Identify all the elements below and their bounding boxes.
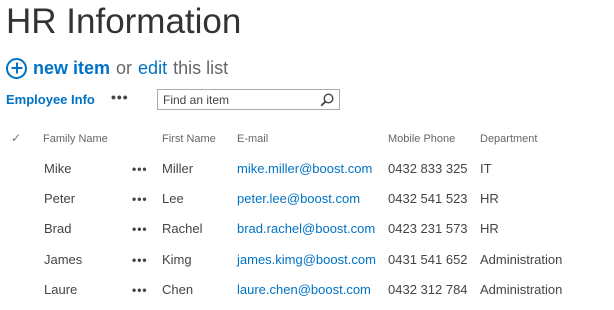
page-title: HR Information xyxy=(6,2,242,41)
cell-first-name: Kimg xyxy=(162,252,192,267)
row-menu-button[interactable]: ••• xyxy=(132,253,148,267)
select-all-checkmark[interactable]: ✓ xyxy=(11,131,21,145)
cell-department: Administration xyxy=(480,282,563,297)
cell-first-name: Lee xyxy=(162,191,184,206)
cell-department: HR xyxy=(480,221,499,236)
cell-mobile-phone: 0432 312 784 xyxy=(388,282,468,297)
column-header-mobile-phone[interactable]: Mobile Phone xyxy=(388,133,455,145)
cell-mobile-phone: 0432 541 523 xyxy=(388,191,468,206)
column-header-email[interactable]: E-mail xyxy=(237,133,268,145)
this-list-text: this list xyxy=(173,57,229,78)
row-menu-button[interactable]: ••• xyxy=(132,283,148,297)
cell-department: IT xyxy=(480,161,492,176)
row-menu-button[interactable]: ••• xyxy=(132,192,148,206)
cell-mobile-phone: 0431 541 652 xyxy=(388,252,468,267)
new-item-link[interactable]: new item xyxy=(33,58,110,79)
search-input[interactable] xyxy=(158,92,318,107)
cell-family-name: Peter xyxy=(44,191,76,206)
cell-email-link[interactable]: peter.lee@boost.com xyxy=(237,191,360,206)
cell-first-name: Miller xyxy=(162,161,194,176)
cell-family-name: James xyxy=(44,252,83,267)
view-selector-employee-info[interactable]: Employee Info xyxy=(6,92,95,107)
cell-mobile-phone: 0423 231 573 xyxy=(388,221,468,236)
search-icon[interactable] xyxy=(320,93,334,107)
cell-family-name: Laure xyxy=(44,282,78,297)
row-menu-button[interactable]: ••• xyxy=(132,162,148,176)
column-header-family-name[interactable]: Family Name xyxy=(43,133,108,145)
cell-department: Administration xyxy=(480,252,563,267)
cell-email-link[interactable]: james.kimg@boost.com xyxy=(237,252,376,267)
cell-email-link[interactable]: laure.chen@boost.com xyxy=(237,282,371,297)
column-header-department[interactable]: Department xyxy=(480,133,537,145)
column-header-first-name[interactable]: First Name xyxy=(162,133,216,145)
cell-first-name: Chen xyxy=(162,282,194,297)
add-circle-icon[interactable] xyxy=(6,57,27,79)
or-text: or xyxy=(116,57,133,78)
cell-first-name: Rachel xyxy=(162,221,203,236)
edit-list-link[interactable]: edit xyxy=(138,58,167,79)
cell-department: HR xyxy=(480,191,499,206)
new-item-bar: new item or edit this list xyxy=(6,56,228,80)
cell-mobile-phone: 0432 833 325 xyxy=(388,161,468,176)
cell-family-name: Brad xyxy=(44,221,72,236)
view-more-options-button[interactable]: ••• xyxy=(111,89,129,105)
cell-family-name: Mike xyxy=(44,161,72,176)
cell-email-link[interactable]: mike.miller@boost.com xyxy=(237,161,372,176)
search-box xyxy=(157,89,340,110)
cell-email-link[interactable]: brad.rachel@boost.com xyxy=(237,221,375,236)
row-menu-button[interactable]: ••• xyxy=(132,222,148,236)
